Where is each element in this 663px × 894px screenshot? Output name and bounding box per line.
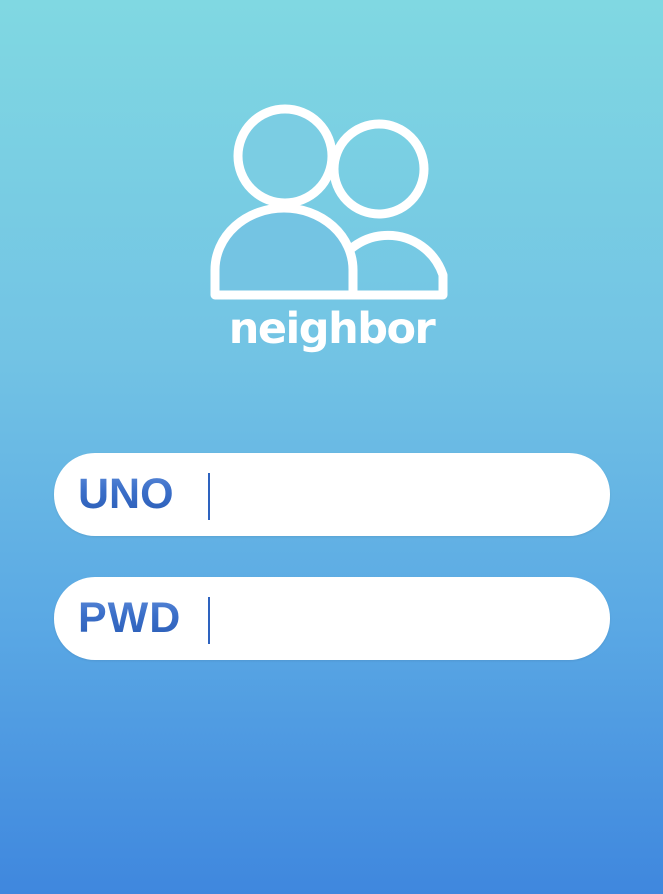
- username-label: UNO: [78, 453, 198, 536]
- app-logo: neighbor: [0, 0, 663, 380]
- people-icon: [210, 104, 448, 300]
- brand-name: neighbor: [228, 304, 436, 354]
- password-separator: [208, 597, 210, 644]
- password-field[interactable]: PWD: [54, 577, 610, 660]
- username-input[interactable]: [220, 467, 590, 522]
- username-field[interactable]: UNO: [54, 453, 610, 536]
- password-input[interactable]: [220, 591, 590, 646]
- username-separator: [208, 473, 210, 520]
- password-label: PWD: [78, 577, 198, 660]
